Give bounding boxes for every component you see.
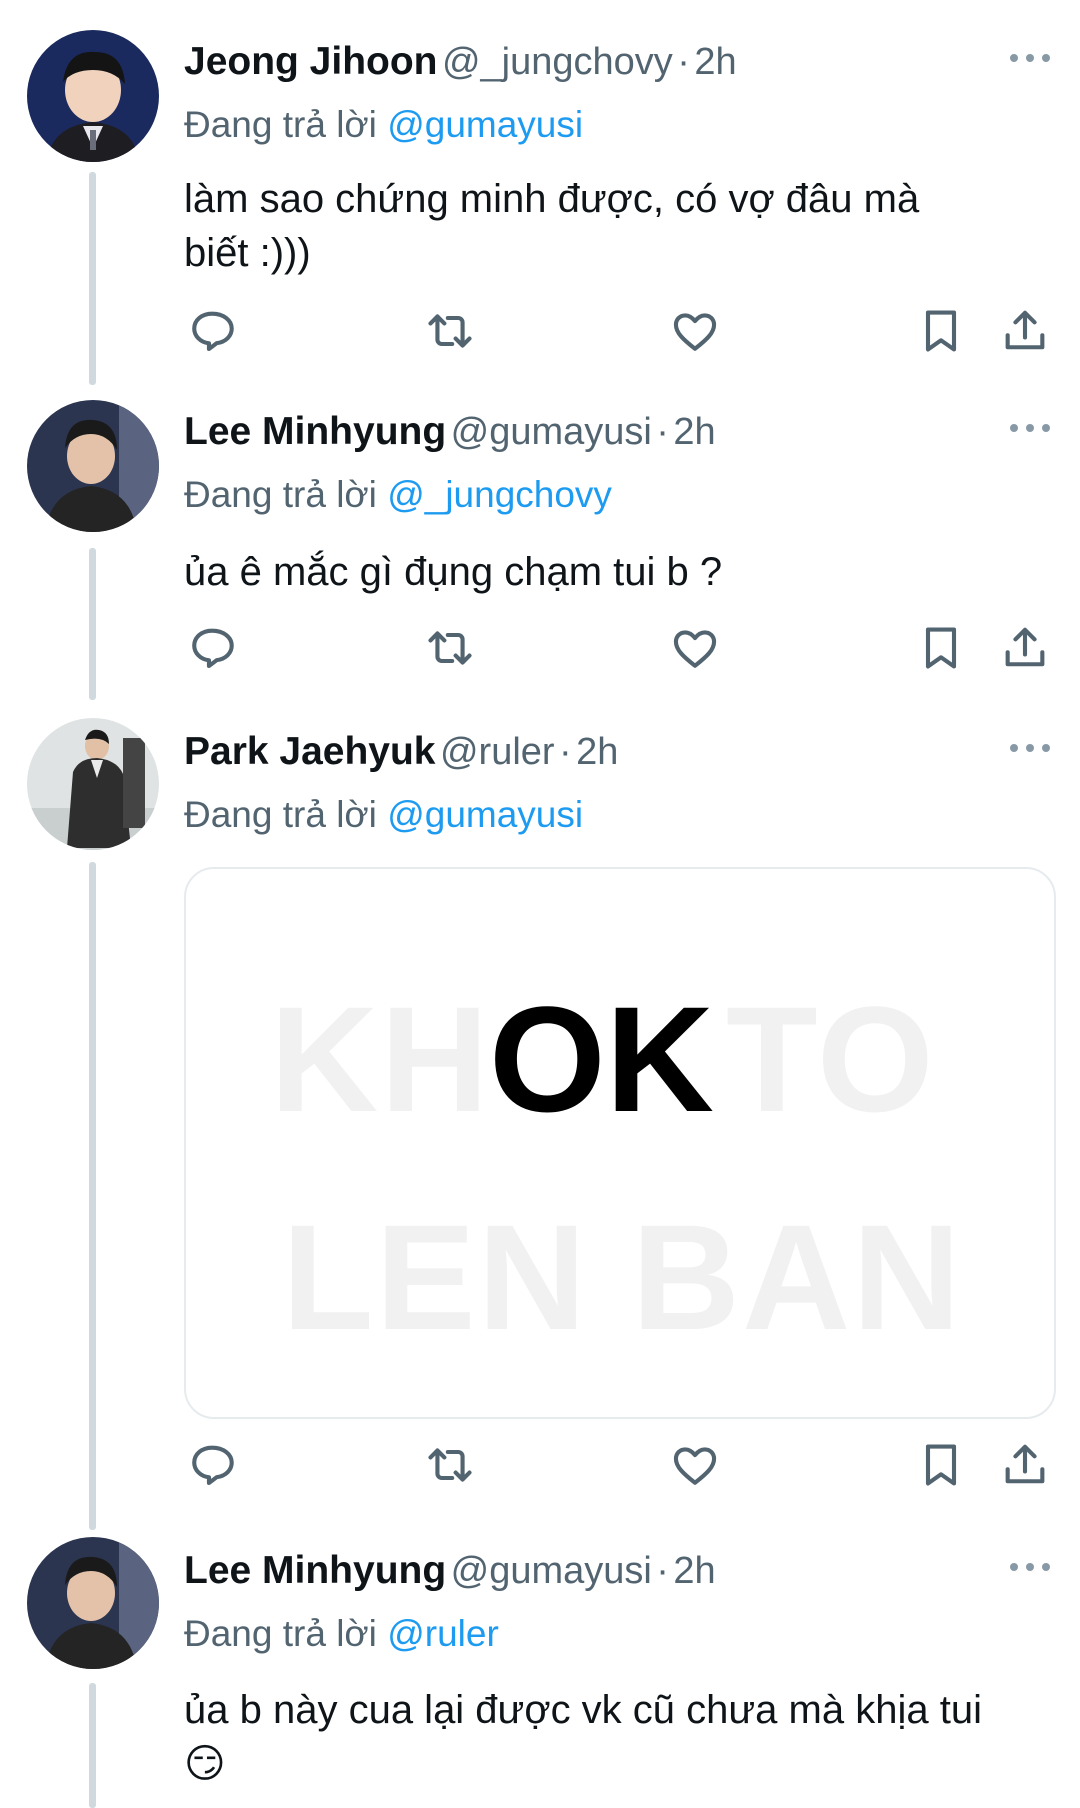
user-handle[interactable]: @ruler xyxy=(440,731,555,773)
replying-prefix: Đang trả lời xyxy=(184,1613,377,1654)
tweet-text-line: 😏 xyxy=(184,1742,226,1786)
share-icon[interactable] xyxy=(999,305,1055,361)
thread-line xyxy=(89,548,96,700)
tweet-4[interactable]: Lee Minhyung @gumayusi · 2h Đang trả lời… xyxy=(0,1525,1080,1808)
display-name[interactable]: Lee Minhyung xyxy=(184,1549,446,1592)
tweet-3[interactable]: Park Jaehyuk @ruler · 2h Đang trả lời @g… xyxy=(0,710,1080,1530)
reply-icon[interactable] xyxy=(186,622,242,678)
avatar[interactable] xyxy=(27,718,159,850)
more-icon[interactable] xyxy=(1006,736,1054,760)
replying-mention[interactable]: @_jungchovy xyxy=(387,474,612,515)
retweet-icon[interactable] xyxy=(424,622,480,678)
reply-icon[interactable] xyxy=(186,1439,242,1495)
retweet-icon[interactable] xyxy=(424,305,480,361)
timestamp[interactable]: 2h xyxy=(673,1550,715,1592)
user-handle[interactable]: @gumayusi xyxy=(451,411,652,453)
media-image[interactable]: KH OK TO LEN BAN xyxy=(184,867,1056,1419)
display-name[interactable]: Park Jaehyuk xyxy=(184,730,436,773)
user-handle[interactable]: @gumayusi xyxy=(451,1550,652,1592)
more-icon[interactable] xyxy=(1006,46,1054,70)
timestamp[interactable]: 2h xyxy=(694,41,736,83)
replying-mention[interactable]: @ruler xyxy=(387,1613,499,1654)
share-icon[interactable] xyxy=(999,622,1055,678)
timestamp[interactable]: 2h xyxy=(673,411,715,453)
tweet-text: ủa ê mắc gì đụng chạm tui b ? xyxy=(184,545,1020,599)
like-icon[interactable] xyxy=(669,305,725,361)
tweet-text-line: làm sao chứng minh được, có vợ đâu mà xyxy=(184,177,920,221)
tweet-text-line: biết :))) xyxy=(184,231,311,275)
replying-to: Đang trả lời @gumayusi xyxy=(184,104,583,146)
thread-line xyxy=(89,862,96,1530)
tweet-1[interactable]: Jeong Jihoon @_jungchovy · 2h Đang trả l… xyxy=(0,0,1080,385)
like-icon[interactable] xyxy=(669,1439,725,1495)
retweet-icon[interactable] xyxy=(424,1439,480,1495)
thread-line xyxy=(89,172,96,385)
replying-to: Đang trả lời @gumayusi xyxy=(184,794,583,836)
separator-dot: · xyxy=(559,731,572,773)
replying-to: Đang trả lời @_jungchovy xyxy=(184,474,612,516)
tweet-2[interactable]: Lee Minhyung @gumayusi · 2h Đang trả lời… xyxy=(0,390,1080,700)
replying-prefix: Đang trả lời xyxy=(184,794,377,835)
like-icon[interactable] xyxy=(669,622,725,678)
media-text-faint: TO xyxy=(726,975,936,1143)
action-bar xyxy=(184,622,1054,678)
timestamp[interactable]: 2h xyxy=(576,731,618,773)
tweet-header: Lee Minhyung @gumayusi · 2h xyxy=(184,410,1054,458)
replying-prefix: Đang trả lời xyxy=(184,474,377,515)
replying-to: Đang trả lời @ruler xyxy=(184,1613,499,1655)
user-handle[interactable]: @_jungchovy xyxy=(442,41,673,83)
tweet-header: Jeong Jihoon @_jungchovy · 2h xyxy=(184,40,1054,88)
tweet-text-line: ủa ê mắc gì đụng chạm tui b ? xyxy=(184,550,723,594)
replying-prefix: Đang trả lời xyxy=(184,104,377,145)
bookmark-icon[interactable] xyxy=(915,305,971,361)
media-text-bold: OK xyxy=(489,975,714,1143)
display-name[interactable]: Jeong Jihoon xyxy=(184,40,438,83)
avatar[interactable] xyxy=(27,1537,159,1669)
tweet-text-line: ủa b này cua lại được vk cũ chưa mà khịa… xyxy=(184,1688,982,1732)
share-icon[interactable] xyxy=(999,1439,1055,1495)
separator-dot: · xyxy=(656,411,669,453)
display-name[interactable]: Lee Minhyung xyxy=(184,410,446,453)
action-bar xyxy=(184,1439,1054,1495)
separator-dot: · xyxy=(677,41,690,83)
tweet-header: Lee Minhyung @gumayusi · 2h xyxy=(184,1549,1054,1597)
media-text-faint: LEN BAN xyxy=(282,1193,963,1361)
tweet-header: Park Jaehyuk @ruler · 2h xyxy=(184,730,1054,778)
bookmark-icon[interactable] xyxy=(915,1439,971,1495)
tweet-text: ủa b này cua lại được vk cũ chưa mà khịa… xyxy=(184,1683,1020,1791)
tweet-text: làm sao chứng minh được, có vợ đâu mà bi… xyxy=(184,172,1020,280)
separator-dot: · xyxy=(656,1550,669,1592)
avatar[interactable] xyxy=(27,30,159,162)
bookmark-icon[interactable] xyxy=(915,622,971,678)
action-bar xyxy=(184,305,1054,361)
media-text-faint: KH xyxy=(270,975,491,1143)
more-icon[interactable] xyxy=(1006,416,1054,440)
more-icon[interactable] xyxy=(1006,1555,1054,1579)
replying-mention[interactable]: @gumayusi xyxy=(387,794,583,835)
reply-icon[interactable] xyxy=(186,305,242,361)
avatar[interactable] xyxy=(27,400,159,532)
thread-line xyxy=(89,1683,96,1808)
replying-mention[interactable]: @gumayusi xyxy=(387,104,583,145)
